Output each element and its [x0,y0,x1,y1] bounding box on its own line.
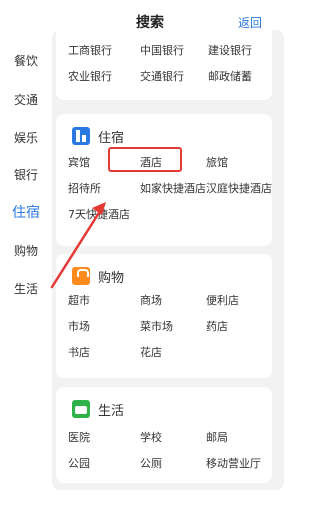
arrow-annotation [50,202,106,289]
